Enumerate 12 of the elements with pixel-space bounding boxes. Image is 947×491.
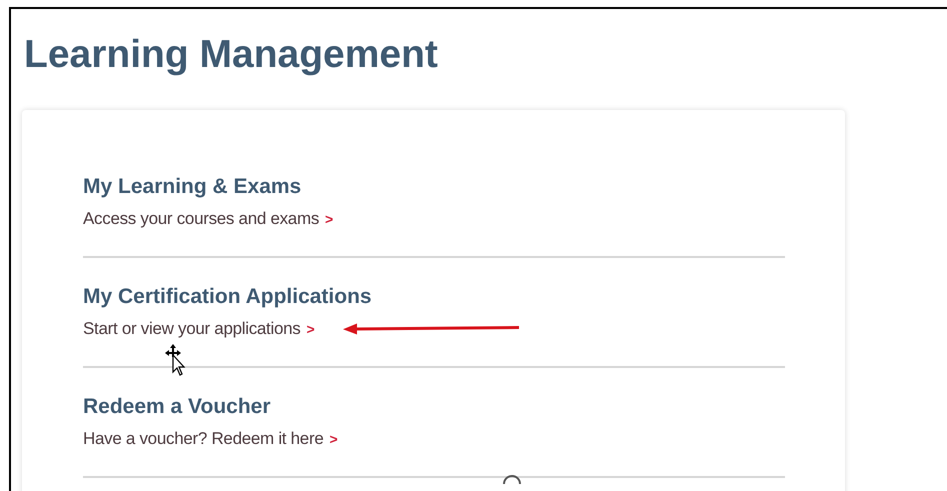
page-title: Learning Management bbox=[24, 33, 438, 77]
chevron[interactable]: > bbox=[325, 208, 334, 230]
section-link[interactable]: Start or view your applications bbox=[83, 318, 300, 340]
scroll-indicator-icon bbox=[502, 472, 522, 484]
chevron[interactable]: > bbox=[306, 318, 315, 340]
section-link[interactable]: Access your courses and exams bbox=[83, 208, 320, 230]
section-heading: My Learning & Exams bbox=[83, 174, 302, 200]
section-link[interactable]: Have a voucher? Redeem it here bbox=[83, 428, 324, 450]
section-heading: My Certification Applications bbox=[83, 284, 372, 310]
cursor-icon bbox=[164, 344, 186, 376]
section-heading: Redeem a Voucher bbox=[83, 394, 271, 420]
chevron[interactable]: > bbox=[329, 428, 338, 450]
